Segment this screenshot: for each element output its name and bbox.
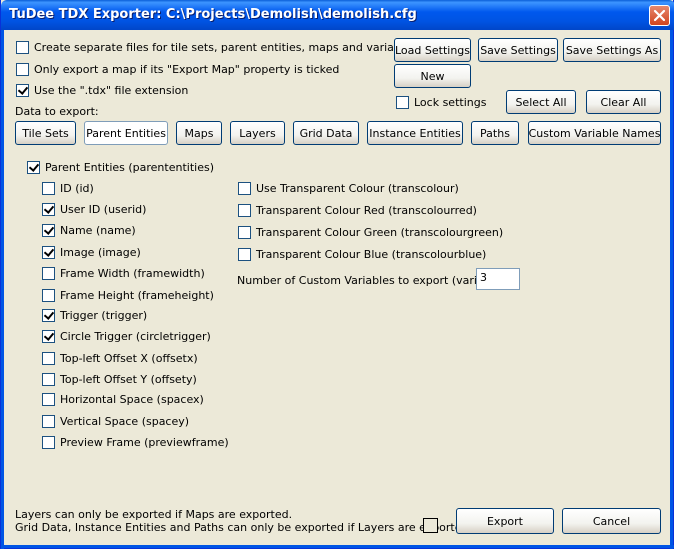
checkbox-box[interactable] bbox=[42, 224, 55, 237]
field-8-label: Top-left Offset X (offsetx) bbox=[60, 352, 198, 365]
transparent-field-1-checkbox[interactable]: Transparent Colour Red (transcolourred) bbox=[238, 204, 477, 217]
window-title: TuDee TDX Exporter: C:\Projects\Demolish… bbox=[9, 7, 417, 22]
checkbox-box[interactable] bbox=[42, 436, 55, 449]
checkbox-box[interactable] bbox=[42, 352, 55, 365]
field-2-checkbox[interactable]: Name (name) bbox=[42, 224, 136, 237]
window-border-left bbox=[1, 30, 4, 549]
title-bar[interactable]: TuDee TDX Exporter: C:\Projects\Demolish… bbox=[1, 0, 674, 30]
checkbox-box[interactable] bbox=[16, 41, 29, 54]
checkbox-box[interactable] bbox=[238, 204, 251, 217]
footer-note-grid: Grid Data, Instance Entities and Paths c… bbox=[15, 521, 472, 534]
transparent-field-3-label: Transparent Colour Blue (transcolourblue… bbox=[256, 248, 487, 261]
field-6-checkbox[interactable]: Trigger (trigger) bbox=[42, 309, 147, 322]
clear-all-button[interactable]: Clear All bbox=[586, 90, 661, 114]
tab-layers[interactable]: Layers bbox=[230, 121, 285, 145]
checkbox-box[interactable] bbox=[42, 330, 55, 343]
transparent-field-0-checkbox[interactable]: Use Transparent Colour (transcolour) bbox=[238, 182, 459, 195]
tab-grid-data[interactable]: Grid Data bbox=[293, 121, 359, 145]
export-button[interactable]: Export bbox=[456, 508, 554, 534]
lock-settings-label: Lock settings bbox=[414, 96, 487, 109]
field-2-label: Name (name) bbox=[60, 224, 136, 237]
footer-note-layers: Layers can only be exported if Maps are … bbox=[15, 508, 293, 521]
window-border-bottom bbox=[1, 545, 674, 548]
transparent-field-3-checkbox[interactable]: Transparent Colour Blue (transcolourblue… bbox=[238, 248, 486, 261]
status-indicator-box bbox=[423, 518, 438, 533]
parent-entities-checkbox[interactable]: Parent Entities (parententities) bbox=[27, 161, 214, 174]
field-9-label: Top-left Offset Y (offsety) bbox=[60, 373, 197, 386]
field-0-label: ID (id) bbox=[60, 182, 94, 195]
save-settings-as-button[interactable]: Save Settings As bbox=[563, 38, 661, 62]
lock-settings-checkbox[interactable]: Lock settings bbox=[396, 96, 486, 109]
field-5-checkbox[interactable]: Frame Height (frameheight) bbox=[42, 289, 214, 302]
select-all-button[interactable]: Select All bbox=[506, 90, 576, 114]
field-1-checkbox[interactable]: User ID (userid) bbox=[42, 203, 146, 216]
checkbox-box[interactable] bbox=[238, 182, 251, 195]
checkbox-box[interactable] bbox=[238, 248, 251, 261]
use-tdx-extension-label: Use the ".tdx" file extension bbox=[34, 84, 189, 97]
tab-paths[interactable]: Paths bbox=[471, 121, 519, 145]
checkbox-box[interactable] bbox=[42, 246, 55, 259]
data-to-export-label: Data to export: bbox=[15, 105, 99, 118]
tab-custom-variable-names[interactable]: Custom Variable Names bbox=[528, 121, 661, 145]
separate-files-label: Create separate files for tile sets, par… bbox=[34, 41, 452, 54]
use-tdx-extension-checkbox[interactable]: Use the ".tdx" file extension bbox=[16, 84, 188, 97]
close-icon bbox=[653, 9, 666, 22]
save-settings-button[interactable]: Save Settings bbox=[478, 38, 558, 62]
custom-vars-input[interactable]: 3 bbox=[476, 268, 520, 290]
tab-parent-entities[interactable]: Parent Entities bbox=[84, 121, 168, 145]
checkbox-box[interactable] bbox=[42, 309, 55, 322]
tab-maps[interactable]: Maps bbox=[176, 121, 222, 145]
checkbox-box[interactable] bbox=[27, 161, 40, 174]
field-1-label: User ID (userid) bbox=[60, 203, 147, 216]
checkbox-box[interactable] bbox=[396, 96, 409, 109]
checkbox-box[interactable] bbox=[42, 182, 55, 195]
close-button[interactable] bbox=[649, 5, 670, 26]
export-map-only-checkbox[interactable]: Only export a map if its "Export Map" pr… bbox=[16, 63, 339, 76]
checkbox-box[interactable] bbox=[42, 203, 55, 216]
field-4-label: Frame Width (framewidth) bbox=[60, 267, 205, 280]
field-5-label: Frame Height (frameheight) bbox=[60, 289, 214, 302]
field-11-label: Vertical Space (spacey) bbox=[60, 415, 190, 428]
tab-tile-sets[interactable]: Tile Sets bbox=[15, 121, 76, 145]
cancel-button[interactable]: Cancel bbox=[562, 508, 661, 534]
field-7-checkbox[interactable]: Circle Trigger (circletrigger) bbox=[42, 330, 211, 343]
field-3-checkbox[interactable]: Image (image) bbox=[42, 246, 141, 259]
checkbox-box[interactable] bbox=[42, 415, 55, 428]
transparent-field-2-checkbox[interactable]: Transparent Colour Green (transcolourgre… bbox=[238, 226, 503, 239]
checkbox-box[interactable] bbox=[42, 373, 55, 386]
window-border-right bbox=[670, 30, 673, 549]
field-10-label: Horizontal Space (spacex) bbox=[60, 393, 204, 406]
field-12-checkbox[interactable]: Preview Frame (previewframe) bbox=[42, 436, 229, 449]
field-0-checkbox[interactable]: ID (id) bbox=[42, 182, 94, 195]
parent-entities-label: Parent Entities (parententities) bbox=[45, 161, 214, 174]
field-11-checkbox[interactable]: Vertical Space (spacey) bbox=[42, 415, 189, 428]
transparent-field-0-label: Use Transparent Colour (transcolour) bbox=[256, 182, 459, 195]
checkbox-box[interactable] bbox=[42, 393, 55, 406]
checkbox-box[interactable] bbox=[42, 289, 55, 302]
field-6-label: Trigger (trigger) bbox=[60, 309, 148, 322]
separate-files-checkbox[interactable]: Create separate files for tile sets, par… bbox=[16, 41, 451, 54]
field-9-checkbox[interactable]: Top-left Offset Y (offsety) bbox=[42, 373, 197, 386]
field-12-label: Preview Frame (previewframe) bbox=[60, 436, 229, 449]
transparent-field-1-label: Transparent Colour Red (transcolourred) bbox=[256, 204, 477, 217]
new-button[interactable]: New bbox=[394, 64, 471, 88]
checkbox-box[interactable] bbox=[16, 84, 29, 97]
custom-vars-label: Number of Custom Variables to export (va… bbox=[237, 274, 511, 287]
checkbox-box[interactable] bbox=[42, 267, 55, 280]
load-settings-button[interactable]: Load Settings bbox=[394, 38, 471, 62]
field-10-checkbox[interactable]: Horizontal Space (spacex) bbox=[42, 393, 204, 406]
tab-instance-entities[interactable]: Instance Entities bbox=[367, 121, 463, 145]
export-map-only-label: Only export a map if its "Export Map" pr… bbox=[34, 63, 340, 76]
transparent-field-2-label: Transparent Colour Green (transcolourgre… bbox=[256, 226, 504, 239]
checkbox-box[interactable] bbox=[238, 226, 251, 239]
exporter-window: TuDee TDX Exporter: C:\Projects\Demolish… bbox=[0, 0, 674, 549]
field-3-label: Image (image) bbox=[60, 246, 141, 259]
field-4-checkbox[interactable]: Frame Width (framewidth) bbox=[42, 267, 205, 280]
checkbox-box[interactable] bbox=[16, 63, 29, 76]
field-7-label: Circle Trigger (circletrigger) bbox=[60, 330, 211, 343]
field-8-checkbox[interactable]: Top-left Offset X (offsetx) bbox=[42, 352, 198, 365]
